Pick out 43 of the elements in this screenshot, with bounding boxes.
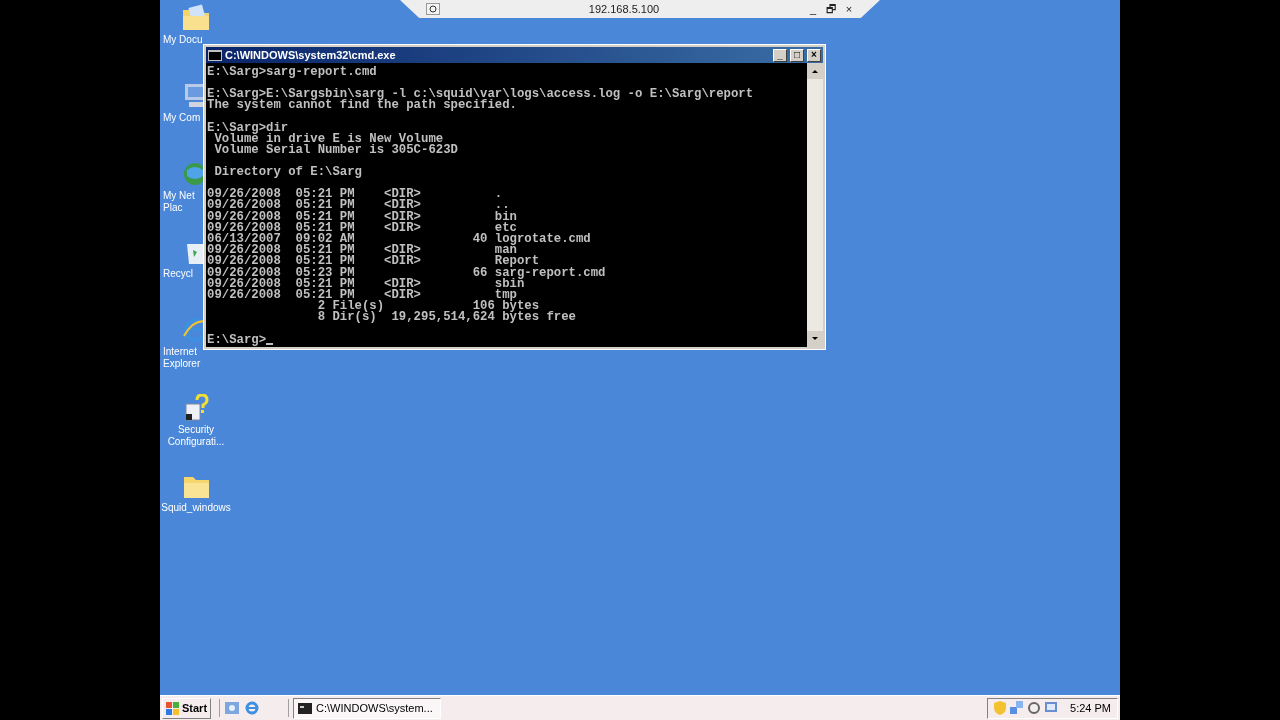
console-line: 09/26/2008 05:21 PM <DIR> .. (207, 200, 510, 212)
desktop-icon-label[interactable]: Squid_windows (161, 502, 231, 514)
desktop-icon-label[interactable]: Internet Explorer (163, 346, 201, 370)
console-line: Volume in drive E is New Volume (214, 133, 444, 145)
console-line: 09/26/2008 05:21 PM <DIR> sbin (207, 278, 525, 290)
vertical-scrollbar[interactable] (807, 63, 823, 347)
start-button[interactable]: Start (162, 697, 212, 719)
console-line: E:\Sarg> (207, 334, 267, 346)
desktop-icon-label[interactable]: My Com (163, 112, 201, 124)
console-line: 09/26/2008 05:23 PM 66 sarg-report.cmd (207, 267, 606, 279)
console-icon (298, 702, 313, 714)
documents-folder-icon (181, 4, 211, 32)
console-line: Volume Serial Number is 305C-623D (213, 144, 458, 157)
desktop-icon-label[interactable]: Security Configurati... (167, 424, 225, 448)
desktop-icon-label[interactable]: My Net Plac (163, 190, 195, 214)
desktop-icon-label[interactable]: My Docu (163, 34, 203, 46)
console-line: 09/26/2008 05:21 PM <DIR> Report (207, 256, 540, 268)
window-title: C:\WINDOWS\system32\cmd.exe (225, 48, 397, 62)
console-line: Directory of E:\Sarg (213, 167, 362, 179)
window-control-button[interactable]: × (807, 48, 821, 62)
console-line: 8 Dir(s) 19,295,514,624 bytes free (316, 312, 576, 324)
desktop-icon-label[interactable]: Recycl (163, 268, 193, 280)
scroll-down-icon[interactable] (807, 331, 823, 347)
console-icon (208, 49, 222, 61)
pin-icon[interactable] (426, 3, 440, 15)
console-line: 09/26/2008 05:21 PM <DIR> bin (207, 211, 517, 223)
remote-window-button[interactable]: 🗗 (826, 3, 836, 15)
console-line: The system cannot find the path specified. (207, 100, 517, 112)
remote-window-button[interactable]: _ (808, 3, 818, 15)
console-line: E:\Sarg>sarg-report.cmd (207, 67, 377, 79)
window-control-button[interactable]: _ (773, 48, 787, 62)
windows-flag-icon (166, 701, 180, 715)
scroll-up-icon[interactable] (807, 63, 823, 79)
clock: 5:24 PM (1070, 700, 1111, 716)
remote-host-address: 192.168.5.100 (587, 1, 661, 17)
console-line: E:\Sarg>dir (207, 122, 289, 134)
remote-window-button[interactable]: × (844, 3, 854, 15)
desktop-shortcut-icon[interactable] (224, 700, 241, 716)
taskbar-task-button[interactable]: C:\WINDOWS\system... (293, 697, 442, 719)
window-control-button[interactable]: □ (790, 48, 804, 62)
network-icon[interactable] (1010, 701, 1025, 715)
browser-e-icon[interactable] (244, 700, 261, 716)
monitor-icon[interactable] (1044, 701, 1059, 715)
